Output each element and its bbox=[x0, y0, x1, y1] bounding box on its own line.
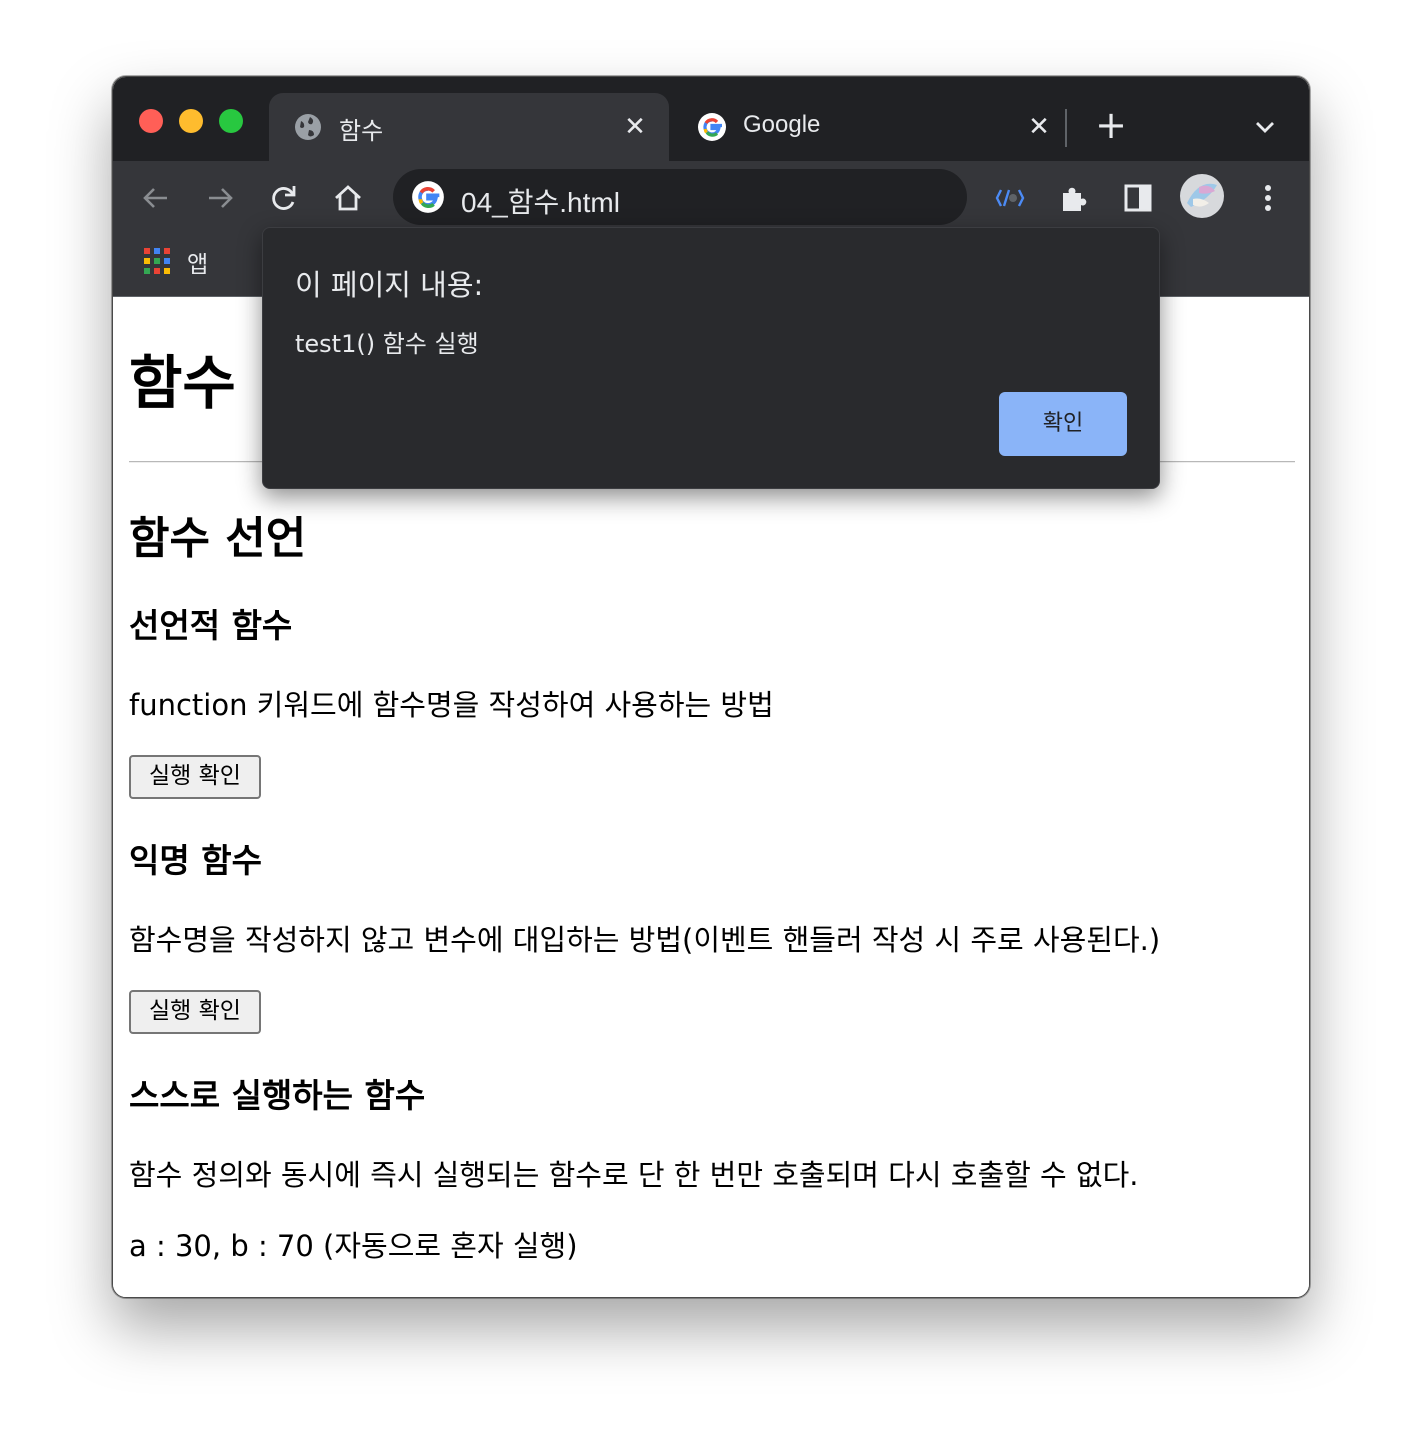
dialog-message: test1() 함수 실행 bbox=[295, 330, 479, 358]
section-heading: 함수 선언 bbox=[129, 513, 307, 564]
toolbar: 04_함수.html bbox=[113, 161, 1309, 233]
description-text: function 키워드에 함수명을 작성하여 사용하는 방법 bbox=[129, 688, 774, 722]
maximize-window-button[interactable] bbox=[219, 109, 243, 133]
home-icon[interactable] bbox=[331, 181, 365, 215]
address-bar[interactable]: 04_함수.html bbox=[393, 169, 967, 225]
minimize-window-button[interactable] bbox=[179, 109, 203, 133]
back-arrow-icon[interactable] bbox=[139, 181, 173, 215]
new-tab-button[interactable]: + bbox=[1093, 106, 1129, 144]
page-title: 함수 bbox=[129, 349, 236, 417]
tab-functions[interactable]: 함수 ✕ bbox=[269, 93, 669, 161]
tab-title: Google bbox=[743, 111, 821, 138]
run-check-button[interactable]: 실행 확인 bbox=[129, 755, 261, 799]
apps-grid-icon[interactable] bbox=[143, 247, 171, 275]
close-tab-icon[interactable]: ✕ bbox=[621, 113, 649, 141]
forward-arrow-icon[interactable] bbox=[203, 181, 237, 215]
chevron-down-icon[interactable] bbox=[1251, 113, 1279, 141]
run-check-button[interactable]: 실행 확인 bbox=[129, 990, 261, 1034]
result-text: a : 30, b : 70 (자동으로 혼자 실행) bbox=[129, 1229, 578, 1263]
browser-window: 함수 ✕ Google ✕ + 04_함수.html 앱 함수 함수 선언 선언… bbox=[112, 76, 1310, 1298]
tab-separator bbox=[1065, 109, 1067, 147]
google-icon bbox=[698, 113, 726, 141]
google-icon bbox=[412, 181, 444, 213]
subsection-heading: 선언적 함수 bbox=[129, 606, 293, 645]
globe-icon bbox=[295, 114, 321, 140]
alert-dialog: 이 페이지 내용: test1() 함수 실행 확인 bbox=[262, 227, 1160, 489]
extension-devtools-icon[interactable] bbox=[993, 181, 1027, 215]
reload-icon[interactable] bbox=[267, 181, 301, 215]
description-text: 함수명을 작성하지 않고 변수에 대입하는 방법(이벤트 핸들러 작성 시 주로… bbox=[129, 923, 1161, 957]
dialog-title: 이 페이지 내용: bbox=[295, 268, 484, 302]
tab-strip: 함수 ✕ Google ✕ + bbox=[113, 77, 1309, 161]
tab-title: 함수 bbox=[339, 117, 384, 145]
close-tab-icon[interactable]: ✕ bbox=[1025, 113, 1053, 141]
tab-google[interactable]: Google ✕ bbox=[673, 93, 1073, 161]
more-menu-icon[interactable] bbox=[1251, 181, 1285, 215]
side-panel-icon[interactable] bbox=[1121, 181, 1155, 215]
apps-bookmark[interactable]: 앱 bbox=[187, 245, 208, 279]
subsection-heading: 익명 함수 bbox=[129, 841, 262, 880]
extensions-puzzle-icon[interactable] bbox=[1057, 181, 1091, 215]
description-text: 함수 정의와 동시에 즉시 실행되는 함수로 단 한 번만 호출되며 다시 호출… bbox=[129, 1158, 1139, 1192]
ok-button[interactable]: 확인 bbox=[999, 392, 1127, 456]
profile-avatar[interactable] bbox=[1179, 173, 1225, 219]
url-text: 04_함수.html bbox=[461, 187, 620, 218]
close-window-button[interactable] bbox=[139, 109, 163, 133]
subsection-heading: 스스로 실행하는 함수 bbox=[129, 1076, 426, 1115]
